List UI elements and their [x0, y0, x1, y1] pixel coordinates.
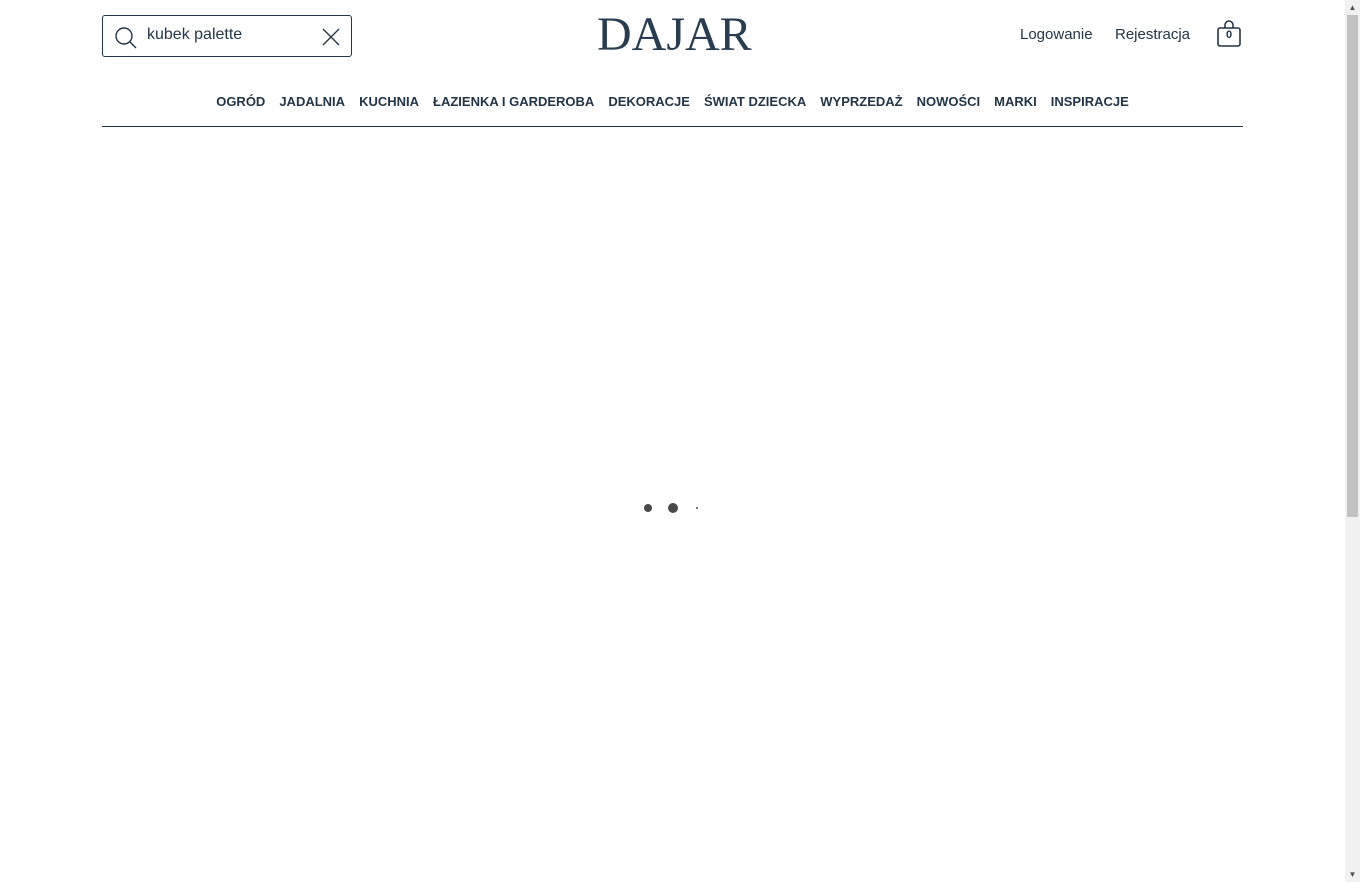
nav-item-dekoracje[interactable]: DEKORACJE [608, 88, 690, 116]
nav-item-inspiracje[interactable]: INSPIRACJE [1051, 88, 1129, 116]
nav-item-jadalnia[interactable]: JADALNIA [279, 88, 345, 116]
scroll-down-arrow-icon[interactable]: ▼ [1345, 867, 1360, 882]
main-navigation: OGRÓD JADALNIA KUCHNIA ŁAZIENKA I GARDER… [102, 88, 1243, 127]
close-icon[interactable] [321, 27, 341, 47]
cart-button[interactable]: 0 [1216, 20, 1242, 50]
loading-dot [668, 503, 678, 513]
loading-dots [640, 500, 706, 516]
nav-item-lazienka-i-garderoba[interactable]: ŁAZIENKA I GARDEROBA [433, 88, 594, 116]
scroll-up-arrow-icon[interactable]: ▲ [1345, 0, 1360, 15]
logo[interactable]: DAJAR [597, 9, 752, 61]
nav-item-ogrod[interactable]: OGRÓD [216, 88, 265, 116]
loading-dot [644, 504, 652, 512]
page: DAJAR Logowanie Rejestracja 0 OGRÓD JADA… [0, 0, 1345, 882]
login-link[interactable]: Logowanie [1020, 24, 1093, 46]
nav-item-kuchnia[interactable]: KUCHNIA [359, 88, 419, 116]
register-link[interactable]: Rejestracja [1115, 24, 1190, 46]
nav-item-wyprzedaz[interactable]: WYPRZEDAŻ [820, 88, 902, 116]
search-box[interactable] [102, 15, 352, 57]
scrollbar-thumb[interactable] [1347, 15, 1358, 517]
vertical-scrollbar[interactable]: ▲ ▼ [1345, 0, 1360, 882]
nav-item-swiat-dziecka[interactable]: ŚWIAT DZIECKA [704, 88, 806, 116]
search-input[interactable] [147, 22, 307, 48]
nav-item-nowosci[interactable]: NOWOŚCI [917, 88, 981, 116]
search-icon[interactable] [114, 26, 138, 50]
loading-dot [696, 507, 698, 509]
nav-item-marki[interactable]: MARKI [994, 88, 1037, 116]
cart-count-badge: 0 [1225, 29, 1233, 41]
